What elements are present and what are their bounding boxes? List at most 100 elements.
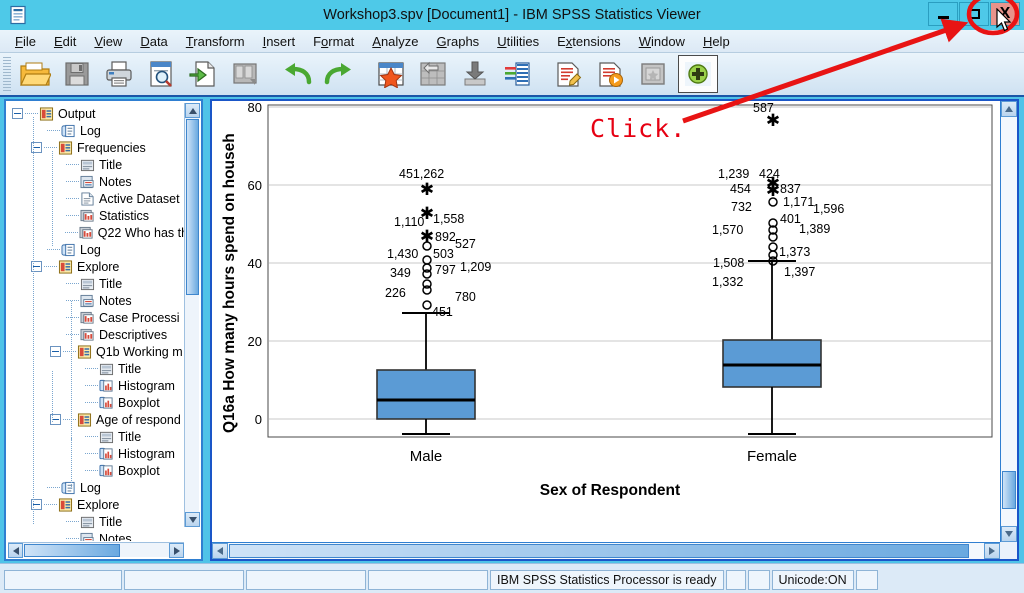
outline-item-title[interactable]: Title — [12, 156, 186, 173]
chart-icon — [99, 396, 114, 410]
outline-item-histogram[interactable]: Histogram — [12, 377, 186, 394]
output-scroll-down-arrow[interactable] — [1001, 526, 1017, 542]
maximize-button[interactable] — [959, 2, 989, 26]
output-horizontal-scrollbar[interactable] — [212, 542, 1000, 559]
output-vertical-scrollbar[interactable] — [1000, 101, 1017, 542]
tree-connector — [44, 504, 57, 505]
print-icon[interactable] — [99, 55, 139, 93]
outline-item-frequencies[interactable]: Frequencies — [12, 139, 186, 156]
outline-item-histogram[interactable]: Histogram — [12, 445, 186, 462]
svg-text:587: 587 — [753, 101, 774, 115]
outline-item-age-of-respond[interactable]: Age of respond — [12, 411, 186, 428]
scroll-down-arrow[interactable] — [185, 512, 200, 527]
outline-vertical-scrollbar[interactable] — [184, 103, 200, 527]
outline-item-explore[interactable]: Explore — [12, 258, 186, 275]
outline-item-label: Histogram — [118, 378, 175, 393]
outline-item-title[interactable]: Title — [12, 275, 186, 292]
title-icon — [80, 277, 95, 291]
svg-text:454: 454 — [730, 182, 751, 196]
variables-icon[interactable] — [497, 55, 537, 93]
menu-file[interactable]: File — [6, 32, 45, 51]
menu-utilities[interactable]: Utilities — [488, 32, 548, 51]
goto-data-icon[interactable] — [371, 55, 411, 93]
scroll-left-arrow[interactable] — [8, 543, 23, 558]
menu-transform[interactable]: Transform — [177, 32, 254, 51]
run-script-icon[interactable] — [591, 55, 631, 93]
menu-extensions[interactable]: Extensions — [548, 32, 630, 51]
menu-analyze[interactable]: Analyze — [363, 32, 427, 51]
outline-item-explore[interactable]: Explore — [12, 496, 186, 513]
outline-item-statistics[interactable]: Statistics — [12, 207, 186, 224]
output-pane[interactable]: 80 60 40 20 0 ✱ ✱ ✱ 451,262 1,558 1,110 … — [210, 99, 1019, 561]
outline-item-log[interactable]: Log — [12, 241, 186, 258]
output-scroll-right-arrow[interactable] — [984, 543, 1000, 559]
menu-data[interactable]: Data — [131, 32, 176, 51]
outline-item-label: Notes — [99, 293, 132, 308]
output-canvas[interactable]: 80 60 40 20 0 ✱ ✱ ✱ 451,262 1,558 1,110 … — [212, 101, 1000, 542]
add-object-icon[interactable] — [678, 55, 718, 93]
outline-item-q22-who-has-th[interactable]: Q22 Who has th — [12, 224, 186, 241]
toolbar-grip[interactable] — [3, 57, 11, 91]
hide-show-icon[interactable] — [633, 55, 673, 93]
menu-window[interactable]: Window — [630, 32, 694, 51]
insert-footnote-icon[interactable] — [455, 55, 495, 93]
outline-item-log[interactable]: Log — [12, 122, 186, 139]
open-file-icon[interactable] — [15, 55, 55, 93]
undo-icon[interactable] — [277, 55, 317, 93]
svg-text:20: 20 — [248, 334, 262, 349]
boxplot-chart[interactable]: 80 60 40 20 0 ✱ ✱ ✱ 451,262 1,558 1,110 … — [212, 101, 1000, 529]
outline-item-title[interactable]: Title — [12, 360, 186, 377]
outline-item-notes[interactable]: Notes — [12, 530, 186, 541]
outline-item-case-processi[interactable]: Case Processi — [12, 309, 186, 326]
output-scroll-thumb[interactable] — [1002, 471, 1016, 509]
menu-edit[interactable]: Edit — [45, 32, 85, 51]
outline-tree[interactable]: Output Log Frequencies Title Notes Active Dat… — [6, 101, 186, 541]
scroll-up-arrow[interactable] — [185, 103, 200, 118]
outline-item-title[interactable]: Title — [12, 513, 186, 530]
tree-connector-line — [52, 151, 53, 247]
outline-item-q1b-working-m[interactable]: Q1b Working m — [12, 343, 186, 360]
menu-graphs[interactable]: Graphs — [428, 32, 489, 51]
output-scroll-up-arrow[interactable] — [1001, 101, 1017, 117]
dialog-recall-icon[interactable] — [225, 55, 265, 93]
outline-item-notes[interactable]: Notes — [12, 173, 186, 190]
menu-format[interactable]: Format — [304, 32, 363, 51]
svg-text:✱: ✱ — [766, 181, 780, 200]
outline-item-boxplot[interactable]: Boxplot — [12, 462, 186, 479]
tree-connector — [66, 317, 79, 318]
tree-collapse-toggle[interactable] — [12, 108, 23, 119]
svg-text:1,332: 1,332 — [712, 275, 743, 289]
tree-connector — [66, 198, 79, 199]
outline-item-output[interactable]: Output — [12, 105, 186, 122]
insert-syntax-icon[interactable] — [549, 55, 589, 93]
outline-item-boxplot[interactable]: Boxplot — [12, 394, 186, 411]
menu-help[interactable]: Help — [694, 32, 739, 51]
scroll-right-arrow[interactable] — [169, 543, 184, 558]
outline-item-active-dataset[interactable]: Active Dataset — [12, 190, 186, 207]
outline-hscroll-thumb[interactable] — [24, 544, 120, 557]
outline-horizontal-scrollbar[interactable] — [8, 542, 184, 558]
page-icon — [80, 191, 95, 206]
chart-icon — [99, 447, 114, 461]
minimize-button[interactable] — [928, 2, 958, 26]
output-hscroll-thumb[interactable] — [229, 544, 969, 558]
menu-view[interactable]: View — [85, 32, 131, 51]
outline-item-log[interactable]: Log — [12, 479, 186, 496]
output-scroll-left-arrow[interactable] — [212, 543, 228, 559]
outline-scroll-thumb[interactable] — [186, 119, 199, 295]
redo-icon[interactable] — [319, 55, 359, 93]
y-axis-title: Q16a How many hours spend on househ — [221, 133, 238, 433]
outline-item-descriptives[interactable]: Descriptives — [12, 326, 186, 343]
menu-insert[interactable]: Insert — [254, 32, 305, 51]
export-icon[interactable] — [183, 55, 223, 93]
goto-case-icon[interactable] — [413, 55, 453, 93]
print-preview-icon[interactable] — [141, 55, 181, 93]
outline-pane[interactable]: Output Log Frequencies Title Notes Active Dat… — [4, 99, 203, 561]
outline-item-notes[interactable]: Notes — [12, 292, 186, 309]
tree-collapse-toggle[interactable] — [50, 346, 61, 357]
outline-item-title[interactable]: Title — [12, 428, 186, 445]
save-icon[interactable] — [57, 55, 97, 93]
